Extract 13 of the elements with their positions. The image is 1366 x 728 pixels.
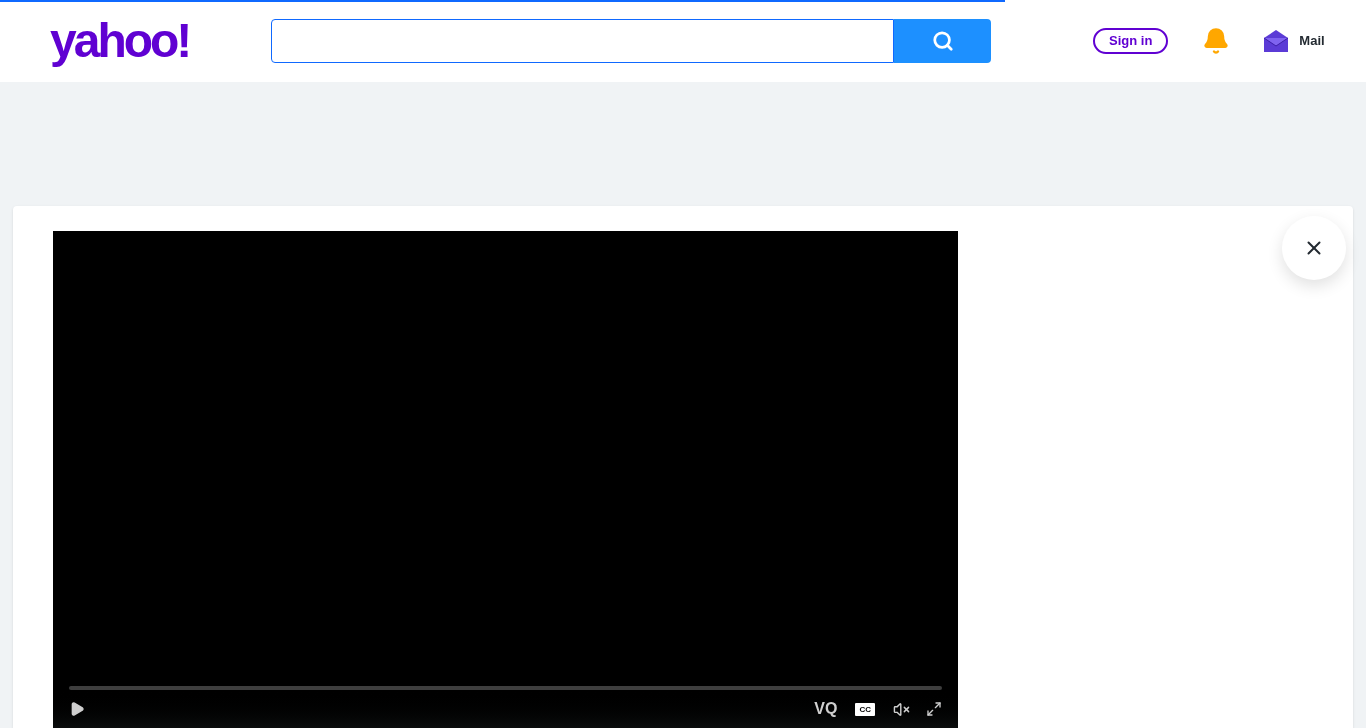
- sign-in-button[interactable]: Sign in: [1093, 28, 1169, 54]
- quality-button[interactable]: VQ: [814, 697, 838, 721]
- progress-track[interactable]: [69, 686, 942, 690]
- mail-link[interactable]: Mail: [1299, 31, 1325, 51]
- mute-icon[interactable]: [893, 700, 910, 718]
- envelope-icon[interactable]: [1263, 28, 1290, 54]
- search-icon: [931, 30, 954, 52]
- play-icon[interactable]: [69, 701, 85, 717]
- search-button[interactable]: [894, 19, 991, 63]
- fullscreen-icon[interactable]: [926, 701, 942, 717]
- search-field[interactable]: [271, 19, 894, 63]
- yahoo-logo[interactable]: yahoo!: [50, 17, 226, 65]
- captions-button[interactable]: CC: [855, 702, 875, 716]
